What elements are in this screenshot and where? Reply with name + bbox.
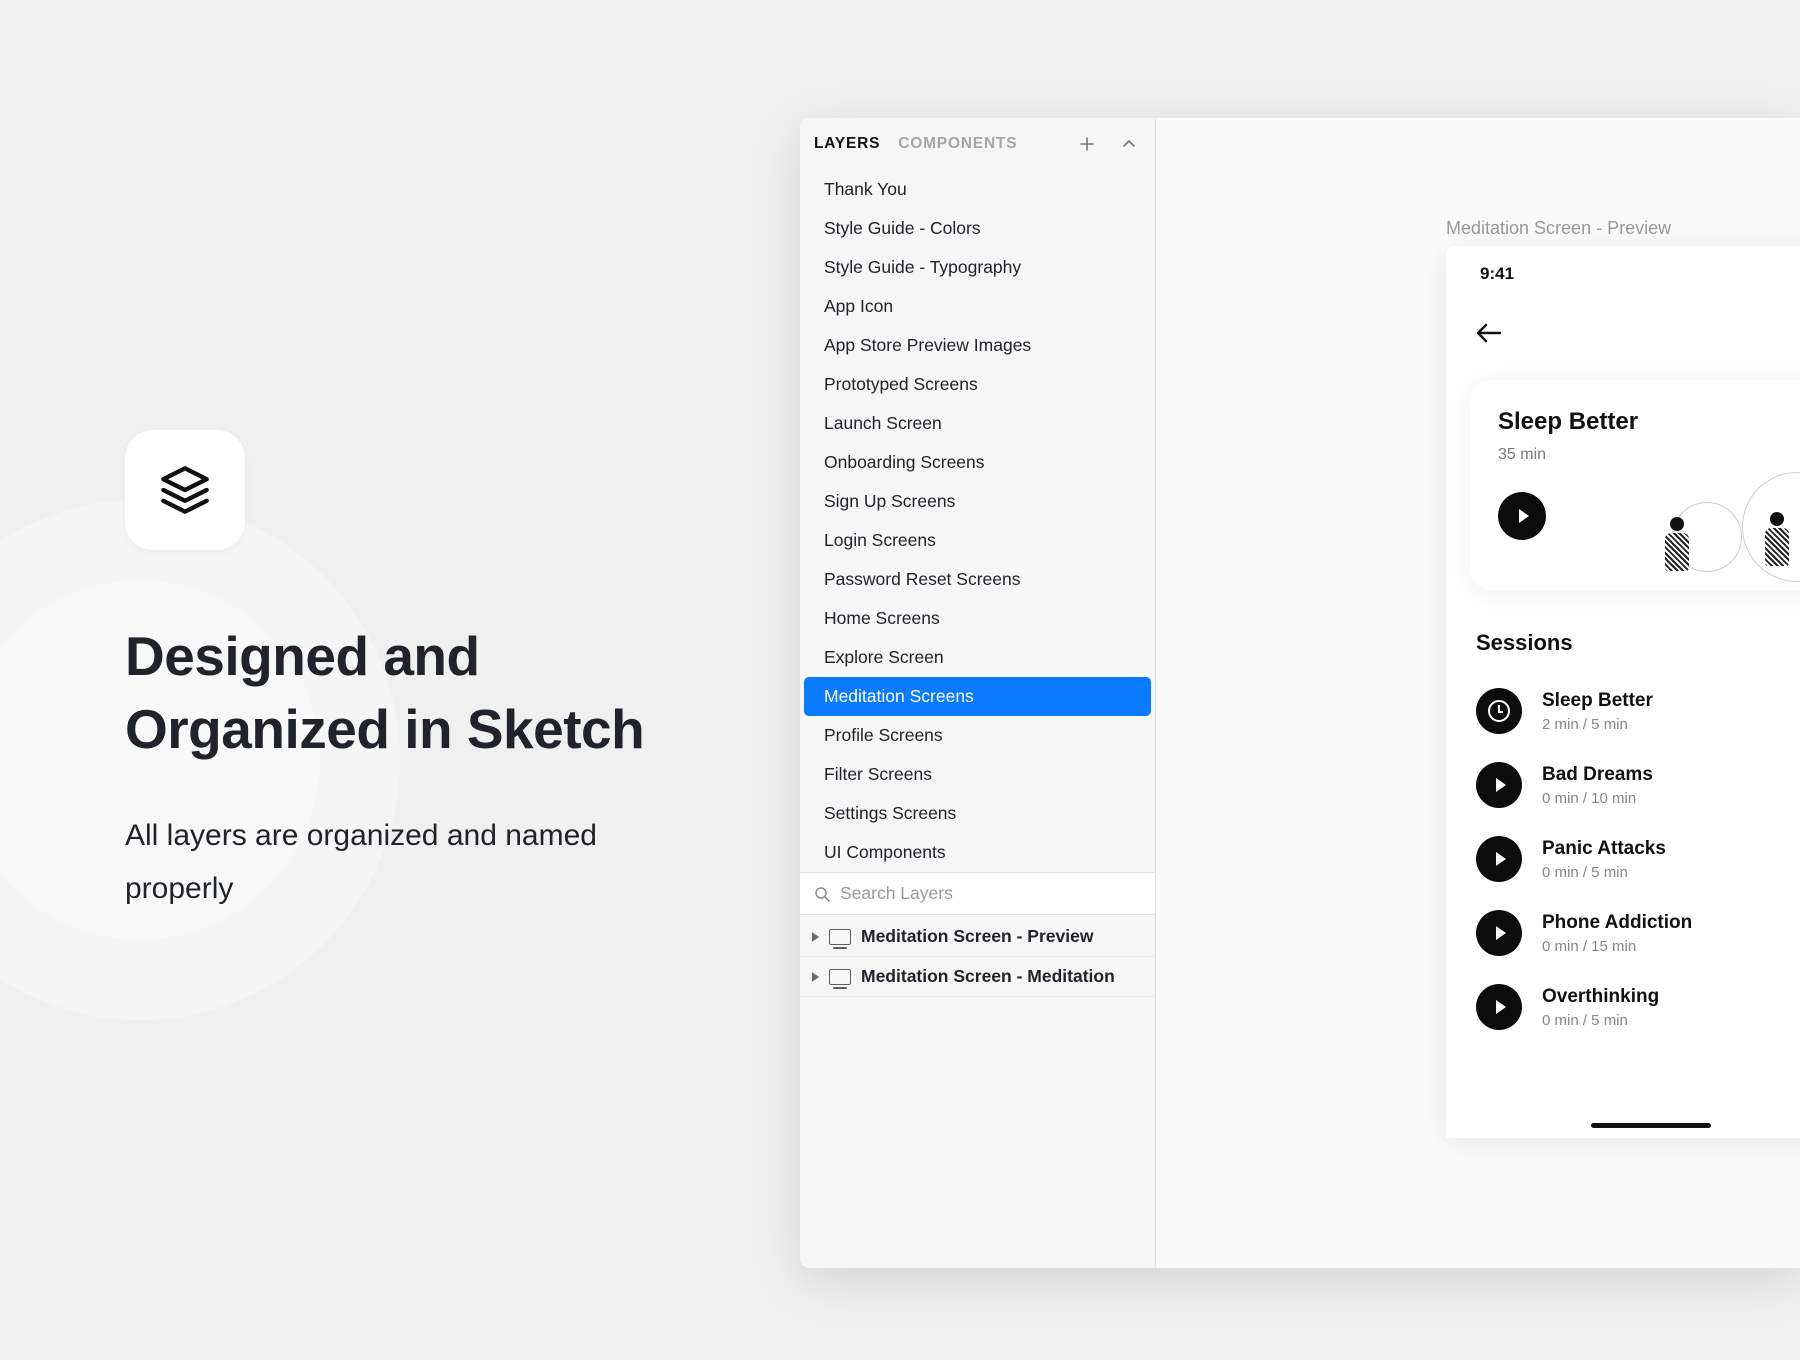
session-row[interactable]: Phone Addiction 0 min / 15 min [1446, 896, 1800, 970]
layer-item[interactable]: Style Guide - Colors [804, 209, 1151, 248]
artboard-list: Meditation Screen - Preview Meditation S… [800, 915, 1155, 999]
session-title: Overthinking [1542, 986, 1659, 1008]
artboard-label: Meditation Screen - Preview [861, 926, 1093, 947]
session-row[interactable]: Sleep Better 2 min / 5 min [1446, 674, 1800, 748]
layer-item[interactable]: Filter Screens [804, 755, 1151, 794]
page-subtext: All layers are organized and named prope… [125, 810, 645, 915]
session-title: Bad Dreams [1542, 764, 1653, 786]
artboard-row[interactable]: Meditation Screen - Preview [800, 917, 1155, 957]
plus-icon[interactable] [1075, 132, 1099, 156]
heading-line-1: Designed and [125, 625, 480, 687]
session-text: Overthinking 0 min / 5 min [1542, 986, 1659, 1029]
layer-item[interactable]: Profile Screens [804, 716, 1151, 755]
layer-item[interactable]: UI Components [804, 833, 1151, 872]
layer-item[interactable]: Launch Screen [804, 404, 1151, 443]
card-title: Sleep Better [1498, 408, 1800, 436]
session-text: Bad Dreams 0 min / 10 min [1542, 764, 1653, 807]
disclosure-triangle-icon[interactable] [812, 972, 819, 982]
layer-item[interactable]: Password Reset Screens [804, 560, 1151, 599]
canvas-area: Meditation Screen - Preview 9:41 Sleep B… [1156, 118, 1800, 1268]
session-text: Sleep Better 2 min / 5 min [1542, 690, 1653, 733]
sessions-heading: Sessions [1476, 630, 1800, 656]
tab-layers[interactable]: LAYERS [814, 135, 880, 153]
session-subtitle: 2 min / 5 min [1542, 716, 1653, 733]
disclosure-triangle-icon[interactable] [812, 932, 819, 942]
search-layers-row [800, 872, 1155, 915]
session-subtitle: 0 min / 5 min [1542, 864, 1666, 881]
layer-item[interactable]: Login Screens [804, 521, 1151, 560]
phone-artboard: 9:41 Sleep Better 35 min Sessio [1446, 246, 1800, 1138]
play-icon [1496, 1000, 1506, 1014]
search-input[interactable] [840, 883, 1141, 904]
artboard-icon [829, 969, 851, 985]
page-heading: Designed and Organized in Sketch [125, 620, 644, 765]
layer-item[interactable]: Settings Screens [804, 794, 1151, 833]
artboard-title: Meditation Screen - Preview [1446, 218, 1671, 239]
layer-item[interactable]: Thank You [804, 170, 1151, 209]
session-icon-wrap[interactable] [1476, 836, 1522, 882]
layer-item[interactable]: Sign Up Screens [804, 482, 1151, 521]
play-icon [1496, 852, 1506, 866]
play-button[interactable] [1498, 492, 1546, 540]
layer-item[interactable]: App Store Preview Images [804, 326, 1151, 365]
layer-item[interactable]: Style Guide - Typography [804, 248, 1151, 287]
layer-item[interactable]: Meditation Screens [804, 677, 1151, 716]
play-icon [1496, 926, 1506, 940]
sketch-app-window: LAYERS COMPONENTS Thank YouStyle Guide -… [800, 118, 1800, 1268]
layer-item[interactable]: Home Screens [804, 599, 1151, 638]
artboard-icon [829, 929, 851, 945]
session-subtitle: 0 min / 15 min [1542, 938, 1692, 955]
session-icon-wrap[interactable] [1476, 984, 1522, 1030]
home-indicator [1591, 1123, 1711, 1128]
session-row[interactable]: Overthinking 0 min / 5 min [1446, 970, 1800, 1044]
card-illustration [1642, 462, 1800, 590]
session-text: Phone Addiction 0 min / 15 min [1542, 912, 1692, 955]
layer-item[interactable]: Onboarding Screens [804, 443, 1151, 482]
layer-item[interactable]: App Icon [804, 287, 1151, 326]
layer-item[interactable]: Explore Screen [804, 638, 1151, 677]
session-row[interactable]: Panic Attacks 0 min / 5 min [1446, 822, 1800, 896]
session-icon-wrap[interactable] [1476, 762, 1522, 808]
chevron-up-icon[interactable] [1117, 132, 1141, 156]
status-bar: 9:41 [1446, 246, 1800, 292]
session-icon-wrap[interactable] [1476, 910, 1522, 956]
session-title: Phone Addiction [1542, 912, 1692, 934]
session-icon-wrap[interactable] [1476, 688, 1522, 734]
tab-components[interactable]: COMPONENTS [898, 135, 1017, 153]
session-subtitle: 0 min / 10 min [1542, 790, 1653, 807]
artboard-label: Meditation Screen - Meditation [861, 966, 1115, 987]
layer-list: Thank YouStyle Guide - ColorsStyle Guide… [800, 166, 1155, 872]
session-title: Sleep Better [1542, 690, 1653, 712]
artboard-row[interactable]: Meditation Screen - Meditation [800, 957, 1155, 997]
session-title: Panic Attacks [1542, 838, 1666, 860]
layers-sidebar: LAYERS COMPONENTS Thank YouStyle Guide -… [800, 118, 1156, 1268]
logo-icon [125, 430, 245, 550]
session-row[interactable]: Bad Dreams 0 min / 10 min [1446, 748, 1800, 822]
heading-line-2: Organized in Sketch [125, 698, 644, 760]
search-icon [814, 886, 830, 902]
play-icon [1496, 778, 1506, 792]
session-text: Panic Attacks 0 min / 5 min [1542, 838, 1666, 881]
back-arrow-icon[interactable] [1446, 292, 1800, 364]
layer-item[interactable]: Prototyped Screens [804, 365, 1151, 404]
session-subtitle: 0 min / 5 min [1542, 1012, 1659, 1029]
featured-card[interactable]: Sleep Better 35 min [1470, 380, 1800, 590]
sessions-list: Sleep Better 2 min / 5 min Bad Dreams 0 … [1446, 674, 1800, 1044]
clock-icon [1488, 700, 1510, 722]
status-time: 9:41 [1480, 264, 1514, 284]
sidebar-tabs: LAYERS COMPONENTS [800, 118, 1155, 166]
